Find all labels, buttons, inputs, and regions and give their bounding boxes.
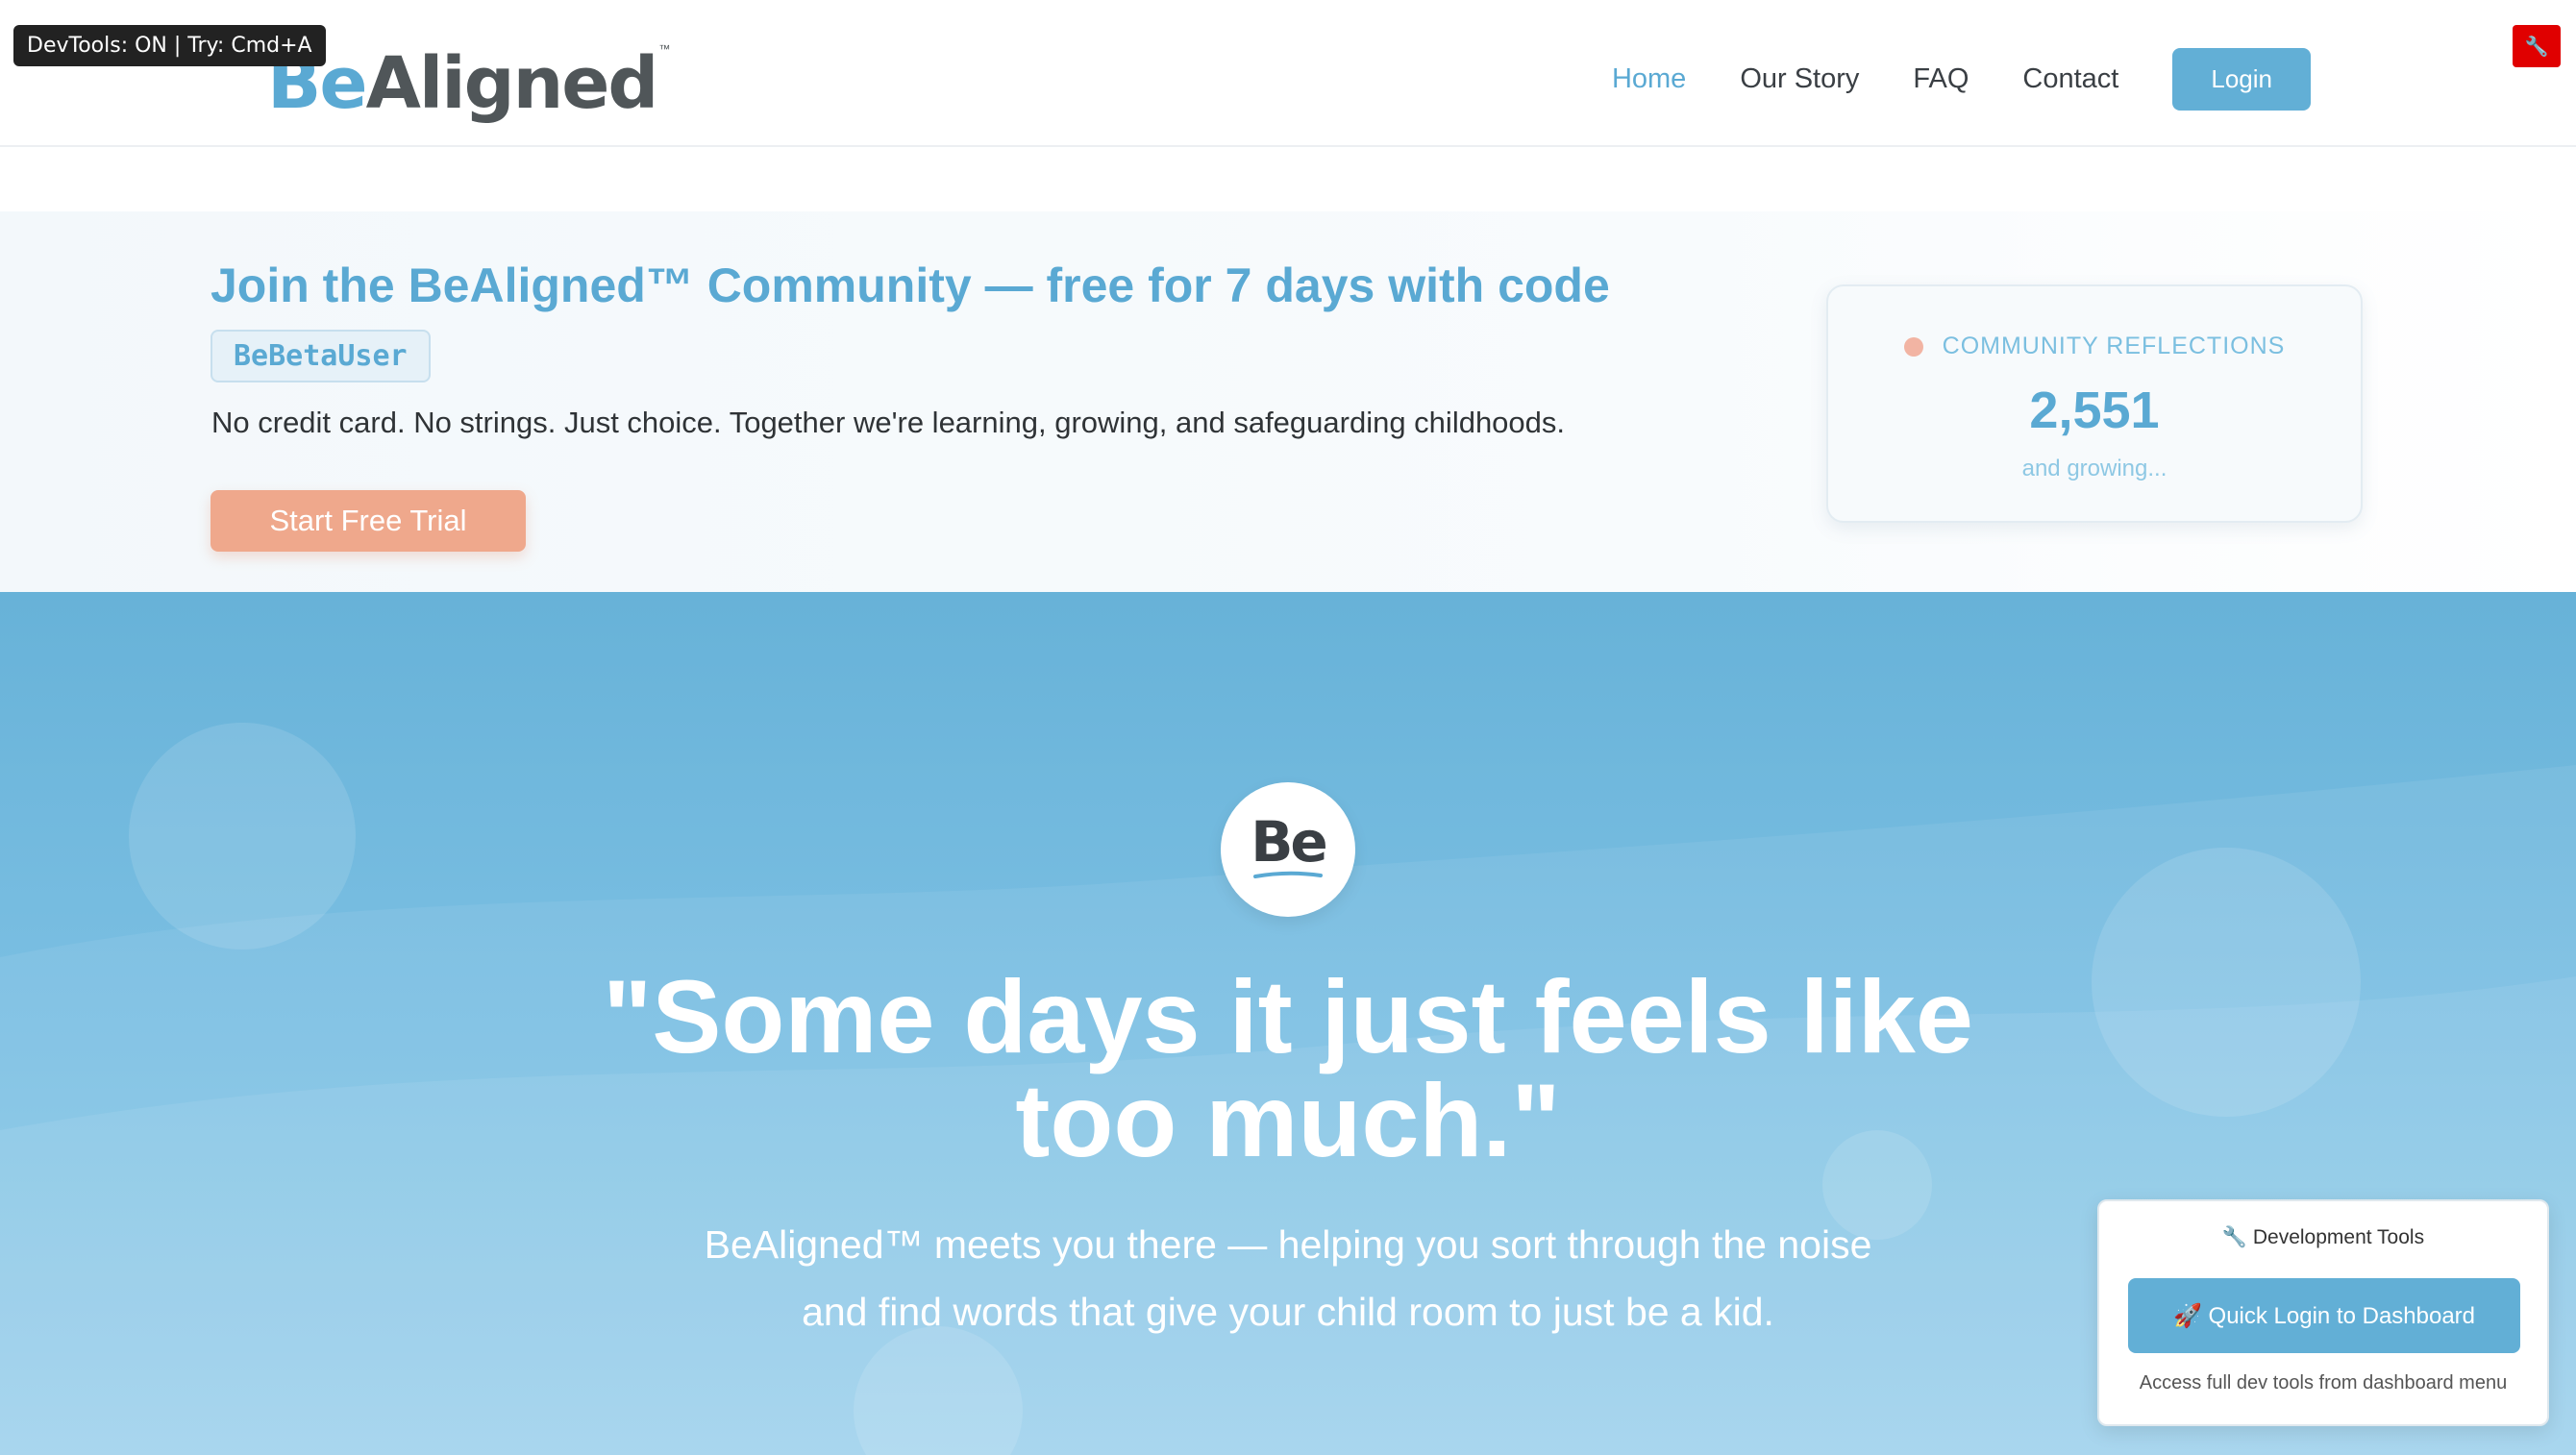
hero-quote: "Some days it just feels like too much." (603, 958, 1973, 1178)
live-dot-icon (1903, 336, 1923, 357)
hero-subtitle-line: and find words that give your child room… (802, 1290, 1774, 1334)
devtools-toggle-button[interactable]: 🔧 (2513, 25, 2561, 67)
nav-contact[interactable]: Contact (2022, 63, 2118, 95)
site-header: Be Aligned ™ Home Our Story FAQ Contact … (0, 0, 2576, 147)
start-free-trial-button[interactable]: Start Free Trial (211, 490, 526, 552)
quick-login-button[interactable]: 🚀 Quick Login to Dashboard (2128, 1278, 2520, 1353)
decor-bubble (129, 723, 356, 949)
be-badge: Be (1221, 782, 1355, 917)
nav-faq[interactable]: FAQ (1913, 63, 1969, 95)
stats-label: COMMUNITY REFLECTIONS (1942, 333, 2286, 359)
logo-aligned-text: Aligned (365, 42, 659, 125)
login-button[interactable]: Login (2172, 48, 2311, 111)
dev-panel-title: 🔧 Development Tools (2221, 1226, 2425, 1248)
promo-subtitle: No credit card. No strings. Just choice.… (211, 406, 1566, 439)
promo-title: Join the BeAligned™ Community — free for… (211, 259, 1610, 312)
logo-trademark: ™ (658, 42, 671, 56)
main-nav: Home Our Story FAQ Contact Login (1612, 48, 2311, 111)
promo-code-badge[interactable]: BeBetaUser (211, 330, 431, 382)
bealigned-logo[interactable]: Be Aligned ™ (267, 29, 670, 125)
dev-panel-note: Access full dev tools from dashboard men… (2139, 1372, 2508, 1393)
stats-count: 2,551 (2029, 382, 2160, 439)
nav-home[interactable]: Home (1612, 63, 1686, 95)
decor-bubble (2092, 848, 2361, 1117)
hero-subtitle: BeAligned™ meets you there — helping you… (519, 1211, 2057, 1345)
nav-our-story[interactable]: Our Story (1740, 63, 1859, 95)
stats-label-row: COMMUNITY REFLECTIONS (1828, 333, 2361, 360)
stats-suffix: and growing... (2021, 456, 2167, 481)
development-tools-panel: 🔧 Development Tools 🚀 Quick Login to Das… (2097, 1199, 2549, 1426)
devtools-status-badge: DevTools: ON | Try: Cmd+A (13, 25, 326, 66)
be-badge-text: Be (1251, 809, 1328, 875)
hero-subtitle-line: BeAligned™ meets you there — helping you… (704, 1222, 1872, 1267)
wrench-icon: 🔧 (2524, 36, 2549, 58)
promo-banner: Join the BeAligned™ Community — free for… (0, 211, 2576, 592)
be-underline-icon (1253, 871, 1323, 878)
community-reflections-card: COMMUNITY REFLECTIONS 2,551 and growing.… (1826, 284, 2363, 523)
